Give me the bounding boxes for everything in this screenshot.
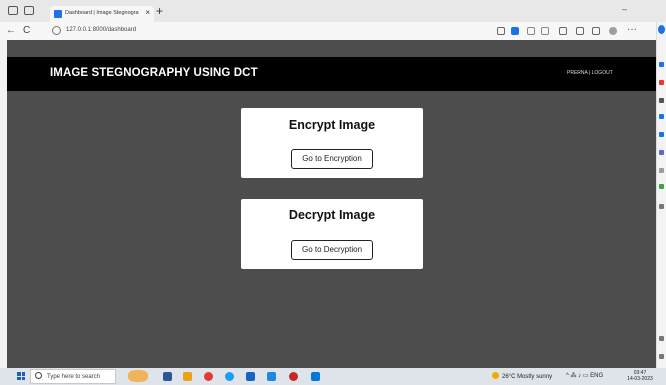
task-view-icon[interactable] — [163, 372, 172, 381]
more-menu-button[interactable]: ··· — [627, 23, 637, 37]
browser-tab-dashboard[interactable]: Dashboard | Image Stegnograph × — [50, 6, 154, 22]
site-title: IMAGE STEGNOGRAPHY USING DCT — [50, 67, 258, 79]
encrypt-card: Encrypt Image Go to Encryption — [241, 108, 423, 178]
clock[interactable]: 03:47 14-03-2023 — [627, 370, 653, 382]
url-text: 127.0.0.1:8000/dashboard — [66, 27, 137, 33]
collections-icon[interactable] — [576, 27, 584, 35]
refresh-button[interactable]: C — [23, 24, 30, 38]
mail-icon[interactable] — [267, 372, 276, 381]
user-logout-link[interactable]: PRERNA | LOGOUT — [567, 70, 613, 76]
address-bar: ← C 127.0.0.1:8000/dashboard ··· — [0, 22, 666, 40]
back-button[interactable]: ← — [6, 24, 16, 38]
sidebar-layout-icon[interactable] — [659, 336, 664, 341]
tab-title: Dashboard | Image Stegnograph — [65, 10, 139, 16]
decrypt-card-title: Decrypt Image — [288, 208, 376, 222]
new-tab-button[interactable]: + — [156, 5, 163, 17]
add-sidebar-icon[interactable] — [659, 204, 664, 209]
system-tray[interactable]: ^ ⁂ ♪ ▭ ENG — [566, 372, 603, 381]
search-sidebar-icon[interactable] — [659, 62, 664, 67]
search-icon[interactable] — [497, 27, 505, 35]
site-header: IMAGE STEGNOGRAPHY USING DCT PRERNA | LO… — [7, 57, 656, 91]
designer-icon[interactable] — [659, 184, 664, 189]
shopping-icon[interactable] — [659, 80, 664, 85]
weather-widget[interactable]: 26°C Mostly sunny — [492, 372, 552, 382]
extension-icon[interactable] — [511, 27, 519, 35]
profile-icon[interactable] — [8, 6, 18, 15]
browser-tab-bar: Dashboard | Image Stegnograph × + – — [0, 0, 666, 22]
browser-app-icon[interactable] — [289, 372, 298, 381]
read-aloud-icon[interactable] — [527, 27, 535, 35]
drop-icon[interactable] — [659, 168, 664, 173]
games-icon[interactable] — [659, 114, 664, 119]
favicon-icon — [54, 10, 62, 18]
browser-essentials-icon[interactable] — [592, 27, 600, 35]
office-icon[interactable] — [659, 132, 664, 137]
taskbar-search-placeholder: Type here to search — [47, 374, 101, 380]
taskbar-search-box[interactable]: Type here to search — [30, 369, 116, 384]
minimize-button[interactable]: – — [622, 4, 627, 14]
site-info-icon[interactable] — [52, 26, 61, 35]
favorites-icon[interactable] — [559, 27, 567, 35]
search-icon — [35, 372, 42, 379]
encrypt-card-title: Encrypt Image — [288, 118, 376, 132]
url-field[interactable]: 127.0.0.1:8000/dashboard — [52, 25, 492, 37]
page-content: IMAGE STEGNOGRAPHY USING DCT PRERNA | LO… — [7, 40, 656, 368]
search-highlight-icon[interactable] — [128, 370, 148, 382]
clock-date: 14-03-2023 — [627, 376, 653, 382]
weather-text: 26°C Mostly sunny — [502, 374, 553, 380]
decrypt-card: Decrypt Image Go to Decryption — [241, 199, 423, 269]
vscode-icon[interactable] — [311, 372, 320, 381]
tools-icon[interactable] — [659, 98, 664, 103]
edge-icon[interactable] — [225, 372, 234, 381]
file-explorer-icon[interactable] — [183, 372, 192, 381]
settings-icon[interactable] — [659, 354, 664, 359]
store-icon[interactable] — [246, 372, 255, 381]
tracking-icon[interactable] — [541, 27, 549, 35]
weather-sun-icon — [492, 372, 499, 379]
close-tab-icon[interactable]: × — [145, 8, 150, 18]
outlook-icon[interactable] — [659, 150, 664, 155]
go-to-encryption-button[interactable]: Go to Encryption — [291, 149, 373, 169]
tab-actions-icon[interactable] — [24, 6, 34, 15]
windows-start-icon[interactable] — [17, 372, 25, 380]
chrome-icon[interactable] — [204, 372, 213, 381]
windows-taskbar: Type here to search 26°C Mostly sunny ^ … — [0, 368, 666, 385]
edge-sidebar — [656, 22, 666, 368]
copilot-icon[interactable] — [658, 25, 665, 34]
go-to-decryption-button[interactable]: Go to Decryption — [291, 240, 373, 260]
profile-avatar-icon[interactable] — [609, 27, 617, 35]
